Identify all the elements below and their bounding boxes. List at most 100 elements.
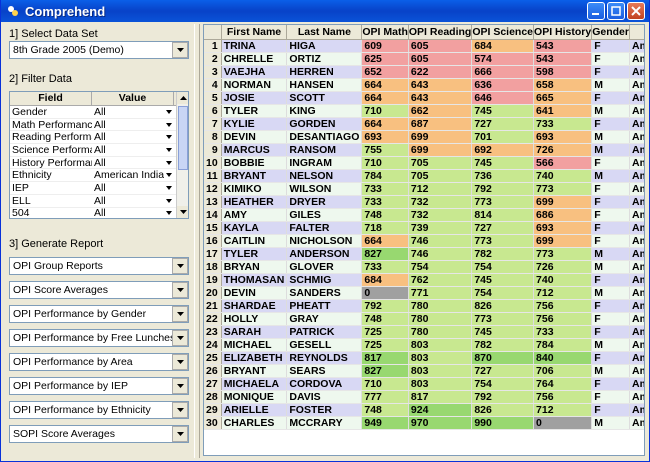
opi-math-cell[interactable]: 733 [361, 182, 409, 196]
column-header[interactable]: Ethnicity [629, 25, 644, 40]
gender-cell[interactable]: F [591, 52, 630, 66]
gender-cell[interactable]: F [591, 312, 630, 326]
table-row[interactable]: 26 BRYANT SEARS 827 803 727 706 M Americ… [204, 364, 644, 378]
table-row[interactable]: 12 KIMIKO WILSON 733 712 792 773 F Ameri… [204, 182, 644, 196]
opi-reading-cell[interactable]: 817 [408, 390, 473, 404]
ethnicity-cell[interactable]: American Indian [629, 182, 644, 196]
opi-history-cell[interactable]: 699 [533, 195, 593, 209]
first-name-cell[interactable]: TRINA [221, 39, 288, 53]
opi-math-cell[interactable]: 748 [361, 403, 409, 417]
last-name-cell[interactable]: PHEATT [286, 299, 363, 313]
opi-science-cell[interactable]: 773 [471, 234, 535, 248]
first-name-cell[interactable]: BRYANT [221, 169, 288, 183]
last-name-cell[interactable]: INGRAM [286, 156, 363, 170]
opi-reading-cell[interactable]: 970 [408, 416, 473, 430]
opi-math-cell[interactable]: 693 [361, 130, 409, 144]
gender-cell[interactable]: F [591, 325, 630, 339]
opi-history-cell[interactable]: 733 [533, 117, 593, 131]
table-row[interactable]: 28 MONIQUE DAVIS 777 817 792 756 F Ameri… [204, 390, 644, 404]
ethnicity-cell[interactable]: American Indian [629, 91, 644, 105]
table-row[interactable]: 5 JOSIE SCOTT 664 643 646 665 F American… [204, 91, 644, 105]
opi-math-cell[interactable]: 748 [361, 208, 409, 222]
last-name-cell[interactable]: GESELL [286, 338, 363, 352]
last-name-cell[interactable]: SANDERS [286, 286, 363, 300]
gender-cell[interactable]: M [591, 338, 630, 352]
opi-science-cell[interactable]: 773 [471, 195, 535, 209]
chevron-down-icon[interactable] [164, 109, 174, 114]
opi-reading-cell[interactable]: 705 [408, 169, 473, 183]
chevron-down-icon[interactable] [164, 173, 174, 178]
chevron-down-icon[interactable] [172, 258, 188, 274]
opi-science-cell[interactable]: 745 [471, 156, 535, 170]
opi-history-cell[interactable]: 712 [533, 403, 593, 417]
report-select[interactable]: OPI Score Averages [9, 281, 189, 299]
gender-cell[interactable]: M [591, 169, 630, 183]
maximize-button[interactable] [607, 2, 625, 20]
opi-reading-cell[interactable]: 803 [408, 364, 473, 378]
gender-cell[interactable]: F [591, 39, 630, 53]
table-row[interactable]: 8 DEVIN DESANTIAGO 693 699 701 693 M Ame… [204, 130, 644, 144]
gender-cell[interactable]: F [591, 195, 630, 209]
first-name-cell[interactable]: JOSIE [221, 91, 288, 105]
first-name-cell[interactable]: HOLLY [221, 312, 288, 326]
table-row[interactable]: 29 ARIELLE FOSTER 748 924 826 712 F Amer… [204, 403, 644, 417]
ethnicity-cell[interactable]: American Indian [629, 234, 644, 248]
opi-history-cell[interactable]: 784 [533, 338, 593, 352]
opi-science-cell[interactable]: 574 [471, 52, 535, 66]
opi-science-cell[interactable]: 870 [471, 351, 535, 365]
chevron-down-icon[interactable] [172, 426, 188, 442]
gender-cell[interactable]: F [591, 91, 630, 105]
opi-math-cell[interactable]: 827 [361, 364, 409, 378]
opi-reading-cell[interactable]: 705 [408, 156, 473, 170]
filter-value[interactable]: All [92, 207, 164, 218]
last-name-cell[interactable]: ANDERSON [286, 247, 363, 261]
filter-scrollbar[interactable] [176, 92, 188, 218]
table-row[interactable]: 13 HEATHER DRYER 733 732 773 699 F Ameri… [204, 195, 644, 209]
opi-science-cell[interactable]: 782 [471, 338, 535, 352]
table-row[interactable]: 6 TYLER KING 710 662 745 641 M American … [204, 104, 644, 118]
table-row[interactable]: 10 BOBBIE INGRAM 710 705 745 566 F Ameri… [204, 156, 644, 170]
opi-history-cell[interactable]: 693 [533, 221, 593, 235]
filter-value[interactable]: All [92, 119, 164, 131]
last-name-cell[interactable]: MCCRARY [286, 416, 363, 430]
filter-row[interactable]: Gender All [10, 106, 188, 119]
table-row[interactable]: 16 CAITLIN NICHOLSON 664 746 773 699 F A… [204, 234, 644, 248]
first-name-cell[interactable]: DEVIN [221, 130, 288, 144]
first-name-cell[interactable]: AMY [221, 208, 288, 222]
first-name-cell[interactable]: TYLER [221, 247, 288, 261]
last-name-cell[interactable]: SEARS [286, 364, 363, 378]
opi-reading-cell[interactable]: 732 [408, 208, 473, 222]
dataset-select[interactable]: 8th Grade 2005 (Demo) [9, 41, 189, 59]
report-select[interactable]: OPI Group Reports [9, 257, 189, 275]
last-name-cell[interactable]: REYNOLDS [286, 351, 363, 365]
chevron-down-icon[interactable] [164, 160, 174, 165]
gender-cell[interactable]: M [591, 104, 630, 118]
opi-history-cell[interactable]: 773 [533, 247, 593, 261]
opi-math-cell[interactable]: 718 [361, 221, 409, 235]
opi-science-cell[interactable]: 727 [471, 117, 535, 131]
gender-cell[interactable]: M [591, 143, 630, 157]
ethnicity-cell[interactable]: American Indian [629, 143, 644, 157]
opi-history-cell[interactable]: 756 [533, 299, 593, 313]
panel-splitter[interactable] [194, 24, 200, 458]
opi-science-cell[interactable]: 646 [471, 91, 535, 105]
opi-reading-cell[interactable]: 746 [408, 247, 473, 261]
opi-science-cell[interactable]: 636 [471, 78, 535, 92]
opi-math-cell[interactable]: 710 [361, 377, 409, 391]
student-grid[interactable]: First Name Last Name OPI Math OPI Reading OP… [203, 24, 645, 456]
ethnicity-cell[interactable]: American Indian [629, 286, 644, 300]
ethnicity-cell[interactable]: American Indian [629, 364, 644, 378]
first-name-cell[interactable]: BOBBIE [221, 156, 288, 170]
ethnicity-cell[interactable]: American Indian [629, 247, 644, 261]
gender-cell[interactable]: F [591, 208, 630, 222]
opi-reading-cell[interactable]: 622 [408, 65, 473, 79]
opi-reading-cell[interactable]: 643 [408, 91, 473, 105]
ethnicity-cell[interactable]: American Indian [629, 104, 644, 118]
chevron-down-icon[interactable] [172, 306, 188, 322]
scroll-thumb[interactable] [178, 106, 188, 170]
opi-science-cell[interactable]: 727 [471, 364, 535, 378]
table-row[interactable]: 17 TYLER ANDERSON 827 746 782 773 M Amer… [204, 247, 644, 261]
gender-cell[interactable]: F [591, 117, 630, 131]
first-name-cell[interactable]: BRYAN [221, 260, 288, 274]
opi-history-cell[interactable]: 543 [533, 52, 593, 66]
